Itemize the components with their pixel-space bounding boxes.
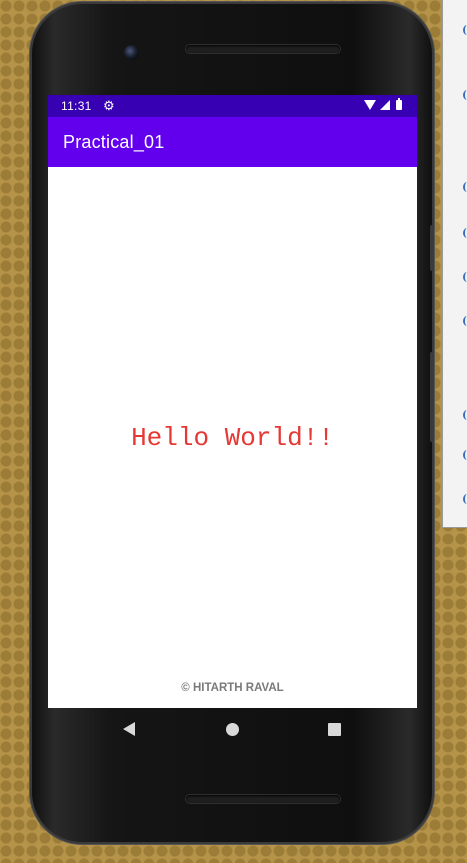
front-camera: [124, 45, 139, 60]
top-speaker: [186, 45, 340, 53]
app-title: Practical_01: [63, 132, 165, 152]
power-button[interactable]: [430, 225, 434, 271]
signal-icon: [380, 100, 390, 110]
credit-label: © HITARTH RAVAL: [181, 682, 284, 694]
toolbar-icon[interactable]: [463, 272, 467, 282]
home-icon[interactable]: [226, 723, 239, 736]
toolbar-icon[interactable]: [463, 25, 467, 35]
recents-icon[interactable]: [328, 723, 341, 736]
app-bar: Practical_01: [48, 117, 417, 167]
device-screen: 11:31 ⚙ Practical_01 Hello World!! © HIT…: [48, 95, 417, 708]
hello-message: Hello World!!: [131, 423, 334, 453]
toolbar-icon[interactable]: [463, 90, 467, 100]
battery-icon: [396, 98, 402, 110]
toolbar-icon[interactable]: [463, 494, 467, 504]
gear-icon: ⚙: [103, 98, 115, 113]
bottom-speaker: [186, 795, 340, 803]
wifi-icon: [364, 100, 376, 110]
toolbar-icon[interactable]: [463, 182, 467, 192]
back-icon[interactable]: [123, 722, 135, 736]
toolbar-icon[interactable]: [463, 316, 467, 326]
status-bar: 11:31 ⚙: [48, 95, 417, 117]
toolbar-icon[interactable]: [463, 450, 467, 460]
status-time: 11:31: [61, 99, 92, 113]
emulator-side-toolbar: [442, 0, 467, 528]
toolbar-icon[interactable]: [463, 228, 467, 238]
volume-button[interactable]: [430, 352, 434, 442]
toolbar-icon[interactable]: [463, 410, 467, 420]
